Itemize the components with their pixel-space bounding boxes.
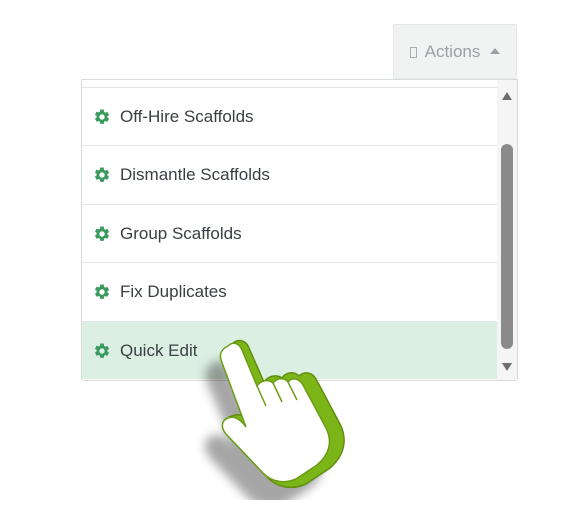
scrollbar-thumb[interactable] — [501, 144, 513, 349]
caret-up-icon — [490, 48, 501, 54]
scroll-up-arrow-icon[interactable] — [502, 92, 512, 100]
menu-item-group-scaffolds[interactable]: Group Scaffolds — [82, 204, 498, 262]
scrollbar[interactable] — [497, 80, 517, 380]
menu-item-label: Quick Edit — [120, 340, 198, 360]
menu-item-label: Fix Duplicates — [120, 281, 227, 301]
menu-item-label: Group Scaffolds — [120, 223, 242, 243]
menu-item-label: Dismantle Scaffolds — [120, 164, 270, 184]
gear-icon — [94, 283, 110, 299]
menu-item-fix-duplicates[interactable]: Fix Duplicates — [82, 262, 498, 320]
menu-item-label: Off-Hire Scaffolds — [120, 106, 254, 126]
pointer-hand-icon — [205, 339, 345, 500]
gear-icon — [94, 225, 110, 241]
gear-icon — [94, 108, 110, 124]
actions-button[interactable]: Actions — [393, 24, 517, 79]
scroll-down-arrow-icon[interactable] — [502, 363, 512, 371]
menu-item-off-hire-scaffolds[interactable]: Off-Hire Scaffolds — [82, 87, 498, 145]
gear-icon — [94, 342, 110, 358]
actions-button-label: Actions — [424, 41, 481, 61]
menu-item-dismantle-scaffolds[interactable]: Dismantle Scaffolds — [82, 145, 498, 203]
square-outline-icon — [409, 46, 417, 58]
gear-icon — [94, 166, 110, 182]
